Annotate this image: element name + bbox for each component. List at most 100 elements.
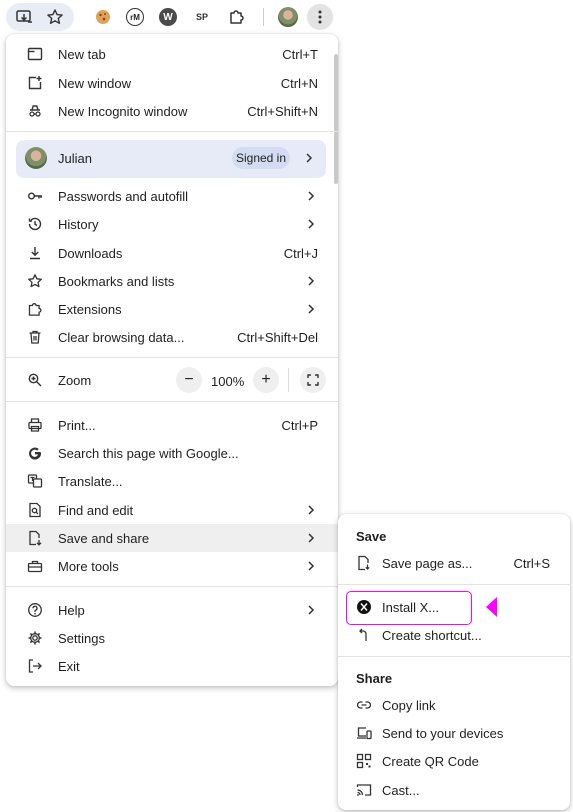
passwords-label: Passwords and autofill	[58, 188, 189, 204]
install-highlight-box	[346, 591, 472, 625]
zoom-magnifier-icon	[26, 371, 44, 389]
chevron-right-icon	[306, 303, 316, 315]
bookmark-star-icon[interactable]	[42, 4, 68, 30]
zoom-divider	[288, 368, 289, 392]
annotation-arrow	[486, 597, 497, 617]
menu-item-extensions[interactable]: Extensions	[6, 295, 338, 323]
extensions-puzzle-icon[interactable]	[224, 4, 250, 30]
qr-code-icon	[356, 753, 372, 769]
clear-data-label: Clear browsing data...	[58, 329, 185, 345]
install-app-icon[interactable]	[11, 4, 37, 30]
profile-avatar-image	[25, 147, 47, 169]
sp-extension-icon[interactable]: SP	[189, 4, 215, 30]
cast-icon	[356, 782, 372, 798]
menu-divider	[6, 131, 338, 132]
save-page-shortcut: Ctrl+S	[513, 555, 550, 571]
downloads-label: Downloads	[58, 245, 123, 261]
menu-item-find-edit[interactable]: Find and edit	[6, 496, 338, 524]
menu-divider	[6, 586, 338, 587]
sp-extension-label: SP	[195, 11, 208, 22]
submenu-item-save-page[interactable]: Save page as... Ctrl+S	[338, 549, 570, 577]
submenu-divider	[338, 584, 570, 585]
profile-name: Julian	[58, 151, 92, 166]
menu-item-more-tools[interactable]: More tools	[6, 552, 338, 580]
puzzle-icon	[26, 300, 44, 318]
signed-in-badge: Signed in	[232, 147, 290, 169]
rm-extension-icon[interactable]: rM	[122, 4, 148, 30]
chevron-right-icon	[306, 218, 316, 230]
create-shortcut-label: Create shortcut...	[382, 627, 482, 643]
profile-row[interactable]: Julian Signed in	[16, 140, 326, 178]
share-heading: Share	[356, 671, 393, 686]
find-page-icon	[26, 501, 44, 519]
menu-item-save-share[interactable]: Save and share	[6, 524, 338, 552]
key-icon	[26, 187, 44, 205]
cookie-extension-icon[interactable]	[90, 4, 116, 30]
save-page-icon	[356, 555, 372, 571]
clear-data-shortcut: Ctrl+Shift+Del	[237, 329, 318, 345]
submenu-item-send-devices[interactable]: Send to your devices	[338, 719, 570, 747]
w-extension-label: W	[159, 8, 177, 26]
save-heading: Save	[356, 529, 387, 544]
more-tools-label: More tools	[58, 558, 119, 574]
menu-item-search-google[interactable]: Search this page with Google...	[6, 439, 338, 467]
submenu-item-qr-code[interactable]: Create QR Code	[338, 747, 570, 775]
translate-icon	[26, 472, 44, 490]
history-label: History	[58, 216, 99, 232]
menu-item-print[interactable]: Print... Ctrl+P	[6, 411, 338, 439]
chevron-right-icon	[306, 190, 316, 202]
new-window-icon	[26, 74, 44, 92]
zoom-out-button[interactable]: −	[176, 367, 202, 393]
menu-item-new-window[interactable]: New window Ctrl+N	[6, 69, 338, 97]
profile-avatar[interactable]	[275, 4, 301, 30]
menu-item-exit[interactable]: Exit	[6, 652, 338, 680]
menu-item-downloads[interactable]: Downloads Ctrl+J	[6, 239, 338, 267]
chrome-main-menu: New tab Ctrl+T New window Ctrl+N New Inc…	[6, 34, 338, 686]
browser-toolbar: rM W SP	[0, 0, 340, 34]
new-window-shortcut: Ctrl+N	[280, 75, 318, 91]
translate-label: Translate...	[58, 473, 123, 489]
find-edit-label: Find and edit	[58, 502, 134, 518]
downloads-shortcut: Ctrl+J	[283, 245, 318, 261]
menu-item-settings[interactable]: Settings	[6, 624, 338, 652]
menu-item-translate[interactable]: Translate...	[6, 467, 338, 495]
help-label: Help	[58, 602, 85, 618]
menu-item-bookmarks[interactable]: Bookmarks and lists	[6, 267, 338, 295]
new-tab-label: New tab	[58, 46, 106, 62]
w-extension-icon[interactable]: W	[155, 4, 181, 30]
send-devices-label: Send to your devices	[382, 725, 504, 741]
chevron-right-icon	[306, 504, 316, 516]
menu-item-history[interactable]: History	[6, 210, 338, 238]
bookmarks-label: Bookmarks and lists	[58, 273, 175, 289]
menu-item-new-incognito[interactable]: New Incognito window Ctrl+Shift+N	[6, 97, 338, 125]
devices-icon	[356, 725, 372, 741]
menu-kebab-icon[interactable]	[307, 4, 333, 30]
settings-label: Settings	[58, 630, 105, 646]
submenu-divider	[338, 656, 570, 657]
submenu-item-cast[interactable]: Cast...	[338, 776, 570, 804]
download-icon	[26, 244, 44, 262]
new-tab-icon	[26, 45, 44, 63]
star-icon	[26, 272, 44, 290]
new-window-label: New window	[58, 75, 131, 91]
menu-item-clear-data[interactable]: Clear browsing data... Ctrl+Shift+Del	[6, 323, 338, 351]
save-share-icon	[26, 529, 44, 547]
menu-item-new-tab[interactable]: New tab Ctrl+T	[6, 40, 338, 68]
extensions-label: Extensions	[58, 301, 122, 317]
trash-icon	[26, 328, 44, 346]
cast-label: Cast...	[382, 782, 420, 798]
save-page-label: Save page as...	[382, 555, 473, 571]
help-icon	[26, 601, 44, 619]
menu-item-passwords[interactable]: Passwords and autofill	[6, 182, 338, 210]
history-icon	[26, 215, 44, 233]
submenu-item-copy-link[interactable]: Copy link	[338, 691, 570, 719]
zoom-in-button[interactable]: +	[253, 367, 279, 393]
save-share-label: Save and share	[58, 530, 150, 546]
menu-item-help[interactable]: Help	[6, 596, 338, 624]
fullscreen-icon[interactable]	[300, 367, 326, 393]
zoom-label: Zoom	[58, 372, 92, 388]
link-icon	[356, 697, 372, 713]
toolbox-icon	[26, 557, 44, 575]
submenu-item-create-shortcut[interactable]: Create shortcut...	[338, 621, 570, 649]
new-incognito-label: New Incognito window	[58, 103, 188, 119]
